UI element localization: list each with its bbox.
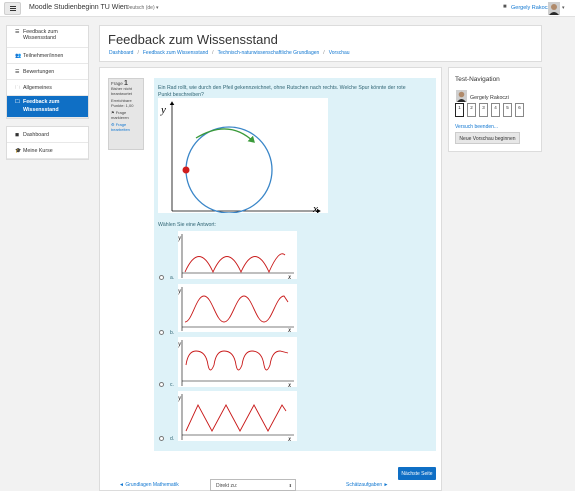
- trace-curve: [185, 403, 287, 432]
- x-axis-label: x: [312, 203, 318, 213]
- chevron-down-icon[interactable]: ▾: [562, 5, 565, 11]
- language-label: Deutsch (de): [126, 5, 155, 11]
- new-preview-button[interactable]: Neue Vorschau beginnen: [455, 132, 520, 144]
- sidebar-item-grades[interactable]: ☰ Bewertungen: [7, 64, 88, 80]
- chevron-down-icon: ▾: [156, 5, 159, 11]
- answer-radio-b[interactable]: [159, 330, 164, 335]
- trace-curve: [185, 350, 289, 371]
- prev-activity-link[interactable]: ◄ Grundlagen Mathematik: [119, 482, 179, 488]
- question-nav-button-3[interactable]: 3: [479, 103, 488, 117]
- users-icon: 👥: [15, 53, 22, 59]
- dashboard-icon: ◼: [15, 132, 20, 138]
- grades-icon: ☰: [15, 69, 20, 75]
- x-axis-label: x: [287, 435, 292, 441]
- question-nav-button-2[interactable]: 2: [467, 103, 476, 117]
- jump-to-label: Direkt zu:: [216, 483, 238, 489]
- red-point: [182, 166, 190, 174]
- sidebar-item-label: Wissensstand: [23, 35, 56, 41]
- edit-question-link[interactable]: ⚙ Frage bearbeiten: [111, 122, 141, 132]
- menu-toggle-button[interactable]: [4, 2, 21, 15]
- option-a-figure: y x: [178, 231, 297, 279]
- site-name[interactable]: Moodle Studienbeginn TU Wien: [29, 4, 128, 11]
- sidebar-item-label: Feedback zum: [23, 99, 60, 105]
- question-status: Bisher nicht beantwortet: [111, 86, 132, 96]
- answer-label-b[interactable]: b.: [170, 330, 174, 336]
- jump-to-select[interactable]: Direkt zu: ⬍: [210, 479, 296, 491]
- user-menu-name[interactable]: Gergely Rakoczi: [511, 5, 551, 11]
- course-nav-block: ☰ Feedback zum Wissensstand 👥 Teilnehmer/i…: [6, 25, 89, 119]
- sidebar-item-label: Allgemeines: [23, 85, 52, 91]
- y-axis-label: y: [178, 287, 182, 295]
- answer-radio-a[interactable]: [159, 275, 164, 280]
- avatar[interactable]: [548, 2, 560, 15]
- sidebar-item-feedback-section[interactable]: 🗀 Feedback zum Wissensstand: [7, 96, 88, 118]
- test-navigation-block: Test-Navigation Gergely Rakoczi 1 2 3 4 …: [448, 67, 542, 152]
- sidebar-item-general[interactable]: 🗀 Allgemeines: [7, 80, 88, 96]
- wheel-figure: y x: [158, 98, 328, 213]
- x-axis-label: x: [287, 381, 292, 387]
- answer-label-d[interactable]: d.: [170, 436, 174, 442]
- y-axis-label: y: [178, 394, 182, 402]
- breadcrumb-dashboard[interactable]: Dashboard: [109, 50, 133, 56]
- trace-curve: [184, 253, 286, 274]
- select-caret-icon: ⬍: [288, 483, 292, 488]
- site-nav-block: ◼ Dashboard 🎓 Meine Kurse: [6, 126, 89, 160]
- folder-icon: 🗀: [15, 85, 21, 91]
- next-activity-link[interactable]: Schätzaufgaben ►: [346, 482, 388, 488]
- breadcrumb-preview[interactable]: Vorschau: [329, 50, 350, 56]
- question-nav-button-1[interactable]: 1: [455, 103, 464, 117]
- trace-curve: [184, 295, 289, 323]
- answer-label-c[interactable]: c.: [170, 382, 174, 388]
- answer-label-a[interactable]: a.: [170, 275, 174, 281]
- sidebar-item-label: Meine Kurse: [23, 148, 53, 154]
- sidebar-item-dashboard[interactable]: ◼ Dashboard: [7, 127, 88, 143]
- answer-radio-c[interactable]: [159, 382, 164, 387]
- x-axis-label: x: [287, 273, 292, 279]
- y-axis-label: y: [160, 104, 166, 116]
- wheel: [185, 126, 273, 213]
- sidebar-item-feedback-course[interactable]: ☰ Feedback zum Wissensstand: [7, 26, 88, 48]
- top-navbar: Moodle Studienbeginn TU Wien Deutsch (de…: [0, 0, 575, 17]
- question-points: Erreichbare Punkte: 1,00: [111, 98, 134, 108]
- graduation-cap-icon: 🎓: [15, 148, 22, 154]
- question-nav-button-6[interactable]: 6: [515, 103, 524, 117]
- question-nav-button-5[interactable]: 5: [503, 103, 512, 117]
- question-text: Ein Rad rollt, wie durch den Pfeil geken…: [158, 85, 406, 98]
- breadcrumb-course[interactable]: Feedback zum Wissensstand: [143, 50, 208, 56]
- question-info: Frage 1 Bisher nicht beantwortet Erreich…: [108, 78, 144, 150]
- answer-prompt: Wählen Sie eine Antwort:: [158, 222, 216, 228]
- user-icon: ■: [503, 4, 507, 10]
- finish-attempt-link[interactable]: Versuch beenden...: [455, 124, 498, 130]
- option-b-figure: y x: [178, 284, 297, 332]
- folder-icon: 🗀: [15, 99, 21, 105]
- sidebar-item-label: Teilnehmer/innen: [23, 53, 64, 59]
- flag-question-link[interactable]: ⚑ Frage markieren: [111, 110, 141, 120]
- sidebar-item-participants[interactable]: 👥 Teilnehmer/innen: [7, 48, 88, 64]
- question-nav-button-4[interactable]: 4: [491, 103, 500, 117]
- option-c-figure: y x: [178, 337, 297, 387]
- sidebar-item-label: Wissensstand: [23, 107, 59, 113]
- language-menu[interactable]: Deutsch (de) ▾: [126, 5, 159, 11]
- breadcrumb-quiz[interactable]: Technisch-naturwissenschaftliche Grundla…: [218, 50, 320, 56]
- breadcrumb: Dashboard / Feedback zum Wissensstand / Tech…: [109, 50, 350, 56]
- next-page-button[interactable]: Nächste Seite: [398, 467, 436, 480]
- y-axis-label: y: [178, 340, 182, 348]
- sidebar-item-label: Dashboard: [23, 132, 49, 138]
- test-navigation-title: Test-Navigation: [455, 76, 500, 83]
- page-header: Feedback zum Wissensstand Dashboard / Feed…: [99, 25, 542, 62]
- avatar: [456, 90, 467, 102]
- y-axis-label: y: [178, 234, 182, 242]
- answer-radio-d[interactable]: [159, 436, 164, 441]
- sidebar-item-label: Bewertungen: [23, 69, 55, 75]
- page-title: Feedback zum Wissensstand: [108, 32, 278, 47]
- option-d-figure: y x: [178, 391, 297, 441]
- test-navigation-user: Gergely Rakoczi: [470, 95, 509, 101]
- sidebar-item-my-courses[interactable]: 🎓 Meine Kurse: [7, 143, 88, 159]
